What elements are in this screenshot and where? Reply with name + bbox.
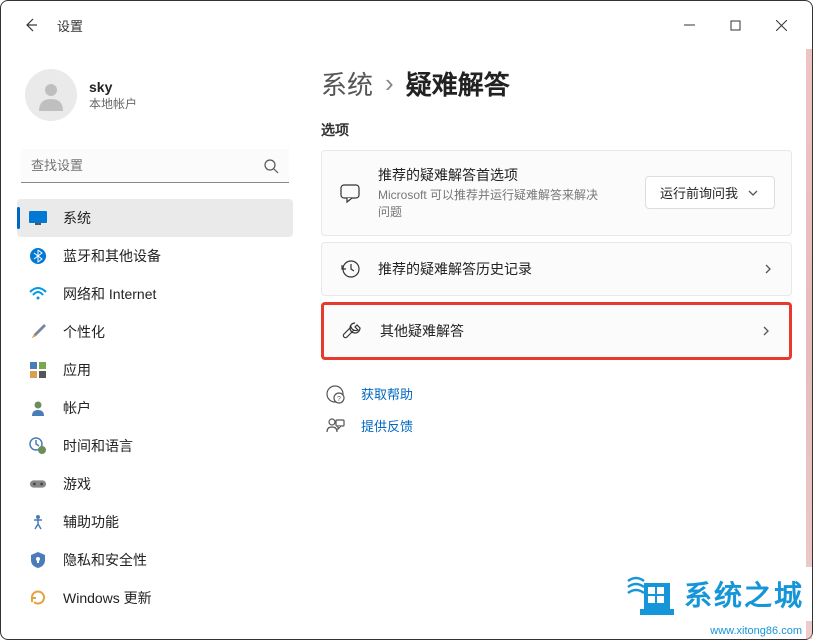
- minimize-button[interactable]: [666, 9, 712, 41]
- accessibility-icon: [29, 513, 47, 531]
- get-help-link[interactable]: ? 获取帮助: [321, 378, 792, 410]
- shield-icon: [29, 551, 47, 569]
- nav-label: 帐户: [63, 398, 91, 418]
- chevron-right-icon: [761, 262, 775, 276]
- decorative-edge: [806, 49, 812, 639]
- nav-item-system[interactable]: 系统: [17, 199, 293, 237]
- close-button[interactable]: [758, 9, 804, 41]
- nav-item-update[interactable]: Windows 更新: [17, 579, 293, 617]
- chevron-down-icon: [746, 186, 760, 200]
- nav-label: 系统: [63, 208, 91, 228]
- help-link-label: 提供反馈: [361, 416, 413, 435]
- recommended-dropdown[interactable]: 运行前询问我: [645, 176, 775, 209]
- card-title: 其他疑难解答: [380, 321, 743, 341]
- breadcrumb-current: 疑难解答: [406, 65, 510, 102]
- help-links: ? 获取帮助 提供反馈: [321, 378, 792, 442]
- nav-label: 辅助功能: [63, 512, 119, 532]
- username: sky: [89, 79, 137, 95]
- user-block[interactable]: sky 本地帐户: [17, 61, 293, 141]
- person-icon: [35, 79, 67, 111]
- watermark-logo-icon: [626, 573, 674, 615]
- nav-item-time[interactable]: 时间和语言: [17, 427, 293, 465]
- nav-label: Windows 更新: [63, 588, 152, 608]
- nav-item-privacy[interactable]: 隐私和安全性: [17, 541, 293, 579]
- nav-label: 蓝牙和其他设备: [63, 246, 161, 266]
- nav-label: 游戏: [63, 474, 91, 494]
- gamepad-icon: [29, 475, 47, 493]
- apps-icon: [29, 361, 47, 379]
- help-link-label: 获取帮助: [361, 384, 413, 403]
- watermark: 系统之城: [626, 567, 812, 621]
- bluetooth-icon: [29, 247, 47, 265]
- maximize-button[interactable]: [712, 9, 758, 41]
- chevron-right-icon: [759, 324, 773, 338]
- search-input[interactable]: [31, 158, 263, 173]
- section-label: 选项: [321, 120, 792, 140]
- wrench-icon: [340, 319, 364, 343]
- feedback-link[interactable]: 提供反馈: [321, 410, 792, 442]
- card-title: 推荐的疑难解答首选项: [378, 165, 629, 185]
- nav-label: 个性化: [63, 322, 105, 342]
- history-icon: [338, 257, 362, 281]
- nav-item-apps[interactable]: 应用: [17, 351, 293, 389]
- nav-label: 网络和 Internet: [63, 284, 156, 304]
- nav-item-gaming[interactable]: 游戏: [17, 465, 293, 503]
- main-content: 系统 › 疑难解答 选项 推荐的疑难解答首选项 Microsoft 可以推荐并运…: [301, 49, 812, 639]
- card-title: 推荐的疑难解答历史记录: [378, 259, 745, 279]
- arrow-left-icon: [23, 17, 39, 33]
- help-icon: ?: [325, 384, 345, 404]
- card-subtitle: Microsoft 可以推荐并运行疑难解答来解决问题: [378, 187, 598, 221]
- nav-label: 应用: [63, 360, 91, 380]
- accounts-icon: [29, 399, 47, 417]
- breadcrumb-separator: ›: [385, 68, 394, 99]
- watermark-url: www.xitong86.com: [710, 625, 802, 637]
- minimize-icon: [684, 20, 695, 31]
- close-icon: [776, 20, 787, 31]
- nav-item-accessibility[interactable]: 辅助功能: [17, 503, 293, 541]
- avatar: [25, 69, 77, 121]
- back-button[interactable]: [21, 15, 41, 35]
- nav-item-bluetooth[interactable]: 蓝牙和其他设备: [17, 237, 293, 275]
- system-icon: [29, 209, 47, 227]
- wifi-icon: [29, 285, 47, 303]
- search-box[interactable]: [21, 149, 289, 183]
- svg-text:?: ?: [337, 396, 341, 403]
- nav-item-personalize[interactable]: 个性化: [17, 313, 293, 351]
- card-history[interactable]: 推荐的疑难解答历史记录: [321, 242, 792, 296]
- window-controls: [666, 9, 804, 41]
- sidebar: sky 本地帐户 系统 蓝牙和其他设备 网络和 Internet: [1, 49, 301, 639]
- breadcrumb-parent[interactable]: 系统: [321, 65, 373, 102]
- breadcrumb: 系统 › 疑难解答: [321, 65, 792, 102]
- maximize-icon: [730, 20, 741, 31]
- titlebar: 设置: [1, 1, 812, 49]
- watermark-text: 系统之城: [684, 574, 804, 614]
- app-title: 设置: [57, 16, 83, 35]
- nav-label: 隐私和安全性: [63, 550, 147, 570]
- dropdown-value: 运行前询问我: [660, 183, 738, 202]
- chat-icon: [338, 181, 362, 205]
- nav-item-network[interactable]: 网络和 Internet: [17, 275, 293, 313]
- clock-globe-icon: [29, 437, 47, 455]
- brush-icon: [29, 323, 47, 341]
- update-icon: [29, 589, 47, 607]
- user-type: 本地帐户: [89, 95, 137, 112]
- card-recommended-prefs[interactable]: 推荐的疑难解答首选项 Microsoft 可以推荐并运行疑难解答来解决问题 运行…: [321, 150, 792, 236]
- nav-item-accounts[interactable]: 帐户: [17, 389, 293, 427]
- nav-label: 时间和语言: [63, 436, 133, 456]
- search-icon: [263, 158, 279, 174]
- feedback-icon: [325, 416, 345, 436]
- card-other-troubleshoot[interactable]: 其他疑难解答: [321, 302, 792, 360]
- nav-list: 系统 蓝牙和其他设备 网络和 Internet 个性化 应用 帐户: [17, 199, 293, 617]
